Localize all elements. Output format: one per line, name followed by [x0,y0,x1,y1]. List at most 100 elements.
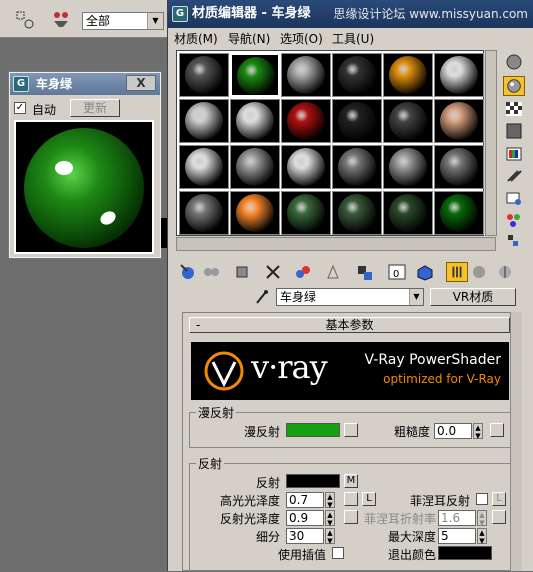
basic-parameters-rollout[interactable]: - 基本参数 [189,317,510,333]
material-slot[interactable] [179,53,229,97]
pick-from-object-icon[interactable] [494,262,516,282]
roughness-spinner[interactable]: 0.0 ▲ ▼ [434,423,483,440]
selection-filter-dropdown[interactable]: 全部 ▼ [82,12,164,30]
material-slot[interactable] [332,145,382,189]
roughness-map-button[interactable] [490,423,504,437]
material-slot[interactable] [281,99,331,143]
fresnel-ior-map-button[interactable] [492,510,506,524]
spinner-arrows-icon[interactable]: ▲ ▼ [477,528,487,545]
material-slot[interactable] [383,145,433,189]
material-sphere-icon [185,56,223,94]
menu-utilities[interactable]: 工具(U) [332,30,374,47]
reflect-map-button[interactable]: M [344,474,358,488]
material-slot[interactable] [434,99,484,143]
sample-type-icon[interactable] [503,52,525,72]
menu-navigation[interactable]: 导航(N) [228,30,270,47]
refl-gloss-map-button[interactable] [344,510,358,524]
editor-title-bar[interactable]: G 材质编辑器 - 车身绿 思缘设计论坛 www.missyuan.com [168,0,533,28]
subdivs-spinner[interactable]: 30 ▲ ▼ [286,528,335,545]
spinner-arrows-icon[interactable]: ▲ ▼ [477,510,487,527]
diffuse-color-swatch[interactable] [286,423,340,437]
spinner-arrows-icon[interactable]: ▲ ▼ [325,510,335,527]
fresnel-ior-spinner[interactable]: 1.6 ▲ ▼ [438,510,487,527]
get-material-icon[interactable] [178,262,200,282]
roughness-label: 粗糙度 [393,425,430,439]
exit-color-swatch[interactable] [438,546,492,560]
diffuse-map-button[interactable] [344,423,358,437]
material-slot[interactable] [230,99,280,143]
options-icon[interactable] [503,188,525,208]
vray-banner: v·ray V-Ray PowerShader optimized for V-… [191,342,509,400]
material-slot[interactable] [230,145,280,189]
material-slot[interactable] [434,145,484,189]
update-button[interactable]: 更新 [70,99,120,117]
material-sphere-icon [236,148,274,186]
go-to-parent-icon[interactable] [446,262,468,282]
material-slot[interactable] [383,99,433,143]
panel-scrollbar[interactable] [510,312,522,571]
hilight-gloss-map-button[interactable] [344,492,358,506]
material-slot[interactable] [230,191,280,235]
material-slot[interactable] [230,53,280,97]
material-slot[interactable] [179,145,229,189]
sphere-preview [14,120,154,254]
backlight-icon[interactable] [503,76,525,96]
go-forward-sibling-icon[interactable] [468,262,490,282]
video-color-check-icon[interactable] [503,144,525,164]
material-slot[interactable] [383,191,433,235]
material-slot[interactable] [179,99,229,143]
subdivs-label: 细分 [255,530,280,544]
refl-gloss-spinner[interactable]: 0.9 ▲ ▼ [286,510,335,527]
use-interpolation-checkbox[interactable] [332,547,344,559]
eyedropper-icon[interactable] [254,288,270,306]
diffuse-group-title: 漫反射 [196,404,237,421]
material-effects-channel-icon[interactable] [354,262,376,282]
reset-map-icon[interactable] [262,262,284,282]
exit-color-label: 退出颜色 [387,548,436,562]
vray-logo-icon [204,351,244,391]
menu-material[interactable]: 材质(M) [174,30,218,47]
make-unique-icon[interactable] [292,262,314,282]
spinner-arrows-icon[interactable]: ▲ ▼ [325,492,335,509]
lock-hilight-button[interactable]: L [362,492,376,506]
put-to-scene-icon[interactable] [200,262,222,282]
fresnel-lock-button[interactable]: L [492,492,506,506]
show-map-in-viewport-icon[interactable]: 0 [386,262,408,282]
spinner-arrows-icon[interactable]: ▲ ▼ [325,528,335,545]
material-slot[interactable] [179,191,229,235]
material-slot[interactable] [281,53,331,97]
grid-vertical-scrollbar[interactable] [485,50,497,236]
material-slot[interactable] [434,53,484,97]
background-icon[interactable] [503,99,525,119]
menu-options[interactable]: 选项(O) [280,30,323,47]
assign-to-selection-icon[interactable] [232,262,254,282]
uv-tiling-icon[interactable] [503,121,525,141]
material-slot[interactable] [332,53,382,97]
material-slot[interactable] [383,53,433,97]
material-slot[interactable] [281,191,331,235]
chevron-down-icon[interactable]: ▼ [409,289,423,305]
material-name-input[interactable]: 车身绿 ▼ [276,288,424,306]
material-slot[interactable] [332,99,382,143]
material-slot[interactable] [434,191,484,235]
make-preview-icon[interactable] [503,166,525,186]
filter-icon[interactable] [50,9,72,31]
put-to-library-icon[interactable] [322,262,344,282]
auto-checkbox[interactable]: ✓ [14,102,26,114]
hilight-gloss-spinner[interactable]: 0.7 ▲ ▼ [286,492,335,509]
preview-title-bar[interactable]: G 车身绿 X [10,73,160,95]
close-button[interactable]: X [126,75,156,91]
grid-horizontal-scrollbar[interactable] [176,237,496,251]
material-type-button[interactable]: VR材质 [430,288,516,306]
material-slot[interactable] [281,145,331,189]
reflect-color-swatch[interactable] [286,474,340,488]
fresnel-checkbox[interactable] [476,493,488,505]
select-by-material-icon[interactable] [503,210,525,230]
editor-title: 材质编辑器 - 车身绿 [192,6,311,21]
show-end-result-icon[interactable] [414,262,436,282]
max-depth-spinner[interactable]: 5 ▲ ▼ [438,528,487,545]
material-slot[interactable] [332,191,382,235]
select-icon[interactable] [14,9,36,31]
spinner-arrows-icon[interactable]: ▲ ▼ [473,423,483,440]
material-map-navigator-icon[interactable] [503,232,525,252]
